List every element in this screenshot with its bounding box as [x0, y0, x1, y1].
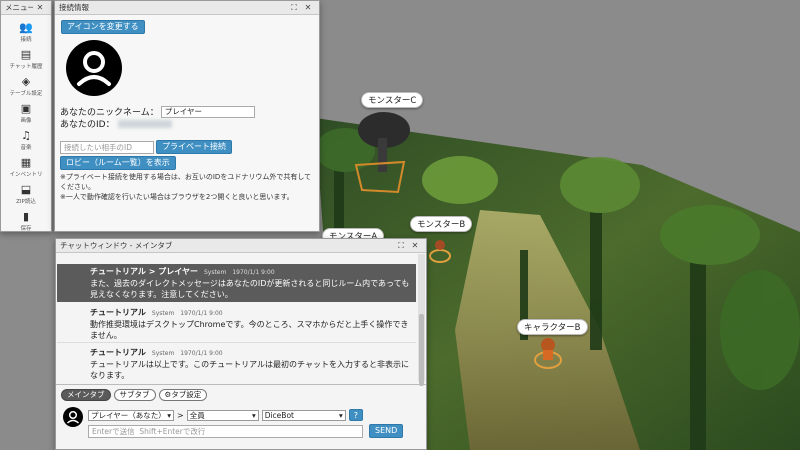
- menu-item-table-settings[interactable]: ◈ テーブル設定: [1, 73, 51, 100]
- target-arrow: >: [177, 410, 184, 420]
- message-system-tag: System: [203, 269, 227, 276]
- chat-window: チャットウィンドウ - メインタブ ⛶ ✕ チュートリアル > プレイヤー Sy…: [55, 238, 427, 450]
- tab-sub[interactable]: サブタブ: [113, 389, 156, 401]
- chat-divider: [56, 384, 426, 385]
- avatar[interactable]: [66, 40, 122, 96]
- chat-message: チュートリアル System 1970/1/1 9:00 チュートリアルは以上で…: [57, 345, 416, 383]
- menu-item-save[interactable]: ▮ 保存: [1, 208, 51, 232]
- tab-main[interactable]: メインタブ: [61, 389, 111, 401]
- chevron-down-icon: ▾: [251, 410, 256, 420]
- change-icon-button[interactable]: アイコンを変更する: [61, 20, 145, 34]
- message-sender: チュートリアル: [90, 308, 146, 317]
- chat-scrollbar-thumb[interactable]: [419, 314, 424, 386]
- inventory-icon: ▦: [20, 156, 32, 169]
- target-select-value: 全員: [189, 410, 205, 420]
- menu-item-music[interactable]: ♫ 音楽: [1, 127, 51, 154]
- close-icon[interactable]: ✕: [301, 3, 315, 12]
- lobby-button[interactable]: ロビー（ルーム一覧）を表示: [60, 156, 176, 170]
- layers-icon: ◈: [21, 75, 31, 88]
- menu-window-title: メニュー: [5, 3, 33, 12]
- target-select[interactable]: 全員 ▾: [186, 409, 259, 421]
- token-label-monster-c[interactable]: モンスターC: [361, 92, 424, 108]
- sender-avatar-icon[interactable]: [63, 407, 83, 427]
- zip-load-icon: ⬓: [20, 183, 32, 196]
- message-system-tag: System: [151, 350, 175, 357]
- tab-settings-label: タブ設定: [171, 390, 202, 399]
- target-id-input[interactable]: [60, 140, 154, 154]
- token-label-character-b[interactable]: キャラクターB: [517, 319, 588, 335]
- message-body: また、過去のダイレクトメッセージはあなたのIDが更新されると同じルーム内であって…: [90, 279, 410, 299]
- sender-select[interactable]: プレイヤー（あなた） ▾: [88, 409, 174, 421]
- chevron-down-icon: ▾: [167, 410, 171, 420]
- send-button[interactable]: SEND: [369, 424, 404, 438]
- menu-item-connect[interactable]: 👥 接続: [1, 19, 51, 46]
- id-value-blurred: [117, 119, 172, 128]
- menu-list: 👥 接続 ▤ チャット履歴 ◈ テーブル設定 ▣ 画像 ♫ 音楽 ▦ インベント…: [1, 15, 51, 232]
- chat-history-icon: ▤: [20, 48, 32, 61]
- chat-message: チュートリアル System 1970/1/1 9:00 動作推奨環境はデスクト…: [57, 305, 416, 343]
- nickname-input[interactable]: [160, 105, 255, 118]
- message-timestamp: 1970/1/1 9:00: [180, 350, 223, 357]
- menu-item-label: 保存: [20, 226, 32, 232]
- message-body: チュートリアルは以上です。このチュートリアルは最初のチャットを入力すると非表示に…: [90, 360, 409, 380]
- dicebot-select[interactable]: DiceBot ▾: [261, 409, 346, 421]
- menu-item-zip-load[interactable]: ⬓ ZIP読込: [1, 181, 51, 208]
- menu-item-label: インベントリ: [9, 172, 43, 178]
- private-connect-button[interactable]: プライベート接続: [156, 140, 232, 154]
- music-icon: ♫: [21, 129, 31, 142]
- chat-message-input[interactable]: [88, 424, 363, 438]
- solo-test-note: ※一人で動作確認を行いたい場合はブラウザを2つ開くと良いと思います。: [60, 193, 294, 201]
- menu-item-image[interactable]: ▣ 画像: [1, 100, 51, 127]
- save-icon: ▮: [22, 210, 30, 223]
- close-icon[interactable]: ✕: [408, 241, 422, 250]
- message-timestamp: 1970/1/1 9:00: [232, 269, 275, 276]
- close-icon[interactable]: ✕: [33, 3, 47, 12]
- user-avatar-icon: [67, 41, 121, 95]
- message-sender: チュートリアル > プレイヤー: [90, 267, 198, 276]
- menu-item-label: ZIP読込: [16, 199, 36, 205]
- maximize-icon[interactable]: ⛶: [287, 3, 301, 13]
- chevron-down-icon: ▾: [338, 410, 343, 420]
- image-icon: ▣: [20, 102, 32, 115]
- message-system-tag: System: [151, 310, 175, 317]
- message-sender: チュートリアル: [90, 348, 146, 357]
- private-connect-note: ※プライベート接続を使用する場合は、お互いのIDをユドナリウム外で共有してくださ…: [60, 173, 312, 191]
- dicebot-select-value: DiceBot: [264, 410, 294, 420]
- maximize-icon[interactable]: ⛶: [394, 241, 408, 251]
- dicebot-help-button[interactable]: ?: [348, 409, 363, 421]
- menu-window-titlebar[interactable]: メニュー ✕: [1, 1, 51, 15]
- chat-window-title: チャットウィンドウ - メインタブ: [60, 241, 173, 250]
- sender-select-value: プレイヤー（あなた）: [91, 410, 166, 420]
- chat-window-titlebar[interactable]: チャットウィンドウ - メインタブ ⛶ ✕: [56, 239, 426, 253]
- token-label-monster-b[interactable]: モンスターB: [410, 216, 473, 232]
- menu-window: メニュー ✕ 👥 接続 ▤ チャット履歴 ◈ テーブル設定 ▣ 画像 ♫ 音楽 …: [0, 0, 52, 232]
- menu-item-label: 接続: [20, 37, 32, 43]
- people-icon: 👥: [19, 21, 33, 34]
- chat-message: チュートリアル > プレイヤー System 1970/1/1 9:00 また、…: [57, 264, 416, 302]
- menu-item-label: テーブル設定: [9, 91, 43, 97]
- connection-window: 接続情報 ⛶ ✕ アイコンを変更する あなたのニックネーム： あなたのID： プ…: [54, 0, 320, 232]
- tab-settings-button[interactable]: ⚙タブ設定: [158, 389, 208, 401]
- menu-item-label: 画像: [20, 118, 32, 124]
- menu-item-chat-history[interactable]: ▤ チャット履歴: [1, 46, 51, 73]
- connection-window-title: 接続情報: [59, 3, 89, 12]
- id-label: あなたのID：: [60, 120, 115, 130]
- connection-window-titlebar[interactable]: 接続情報 ⛶ ✕: [55, 1, 319, 15]
- message-timestamp: 1970/1/1 9:00: [180, 310, 223, 317]
- menu-item-label: チャット履歴: [9, 64, 43, 70]
- menu-item-inventory[interactable]: ▦ インベントリ: [1, 154, 51, 181]
- chat-scrollbar[interactable]: [418, 254, 425, 386]
- message-body: 動作推奨環境はデスクトップChromeです。今のところ、スマホからだと上手く操作…: [90, 320, 409, 340]
- menu-item-label: 音楽: [20, 145, 32, 151]
